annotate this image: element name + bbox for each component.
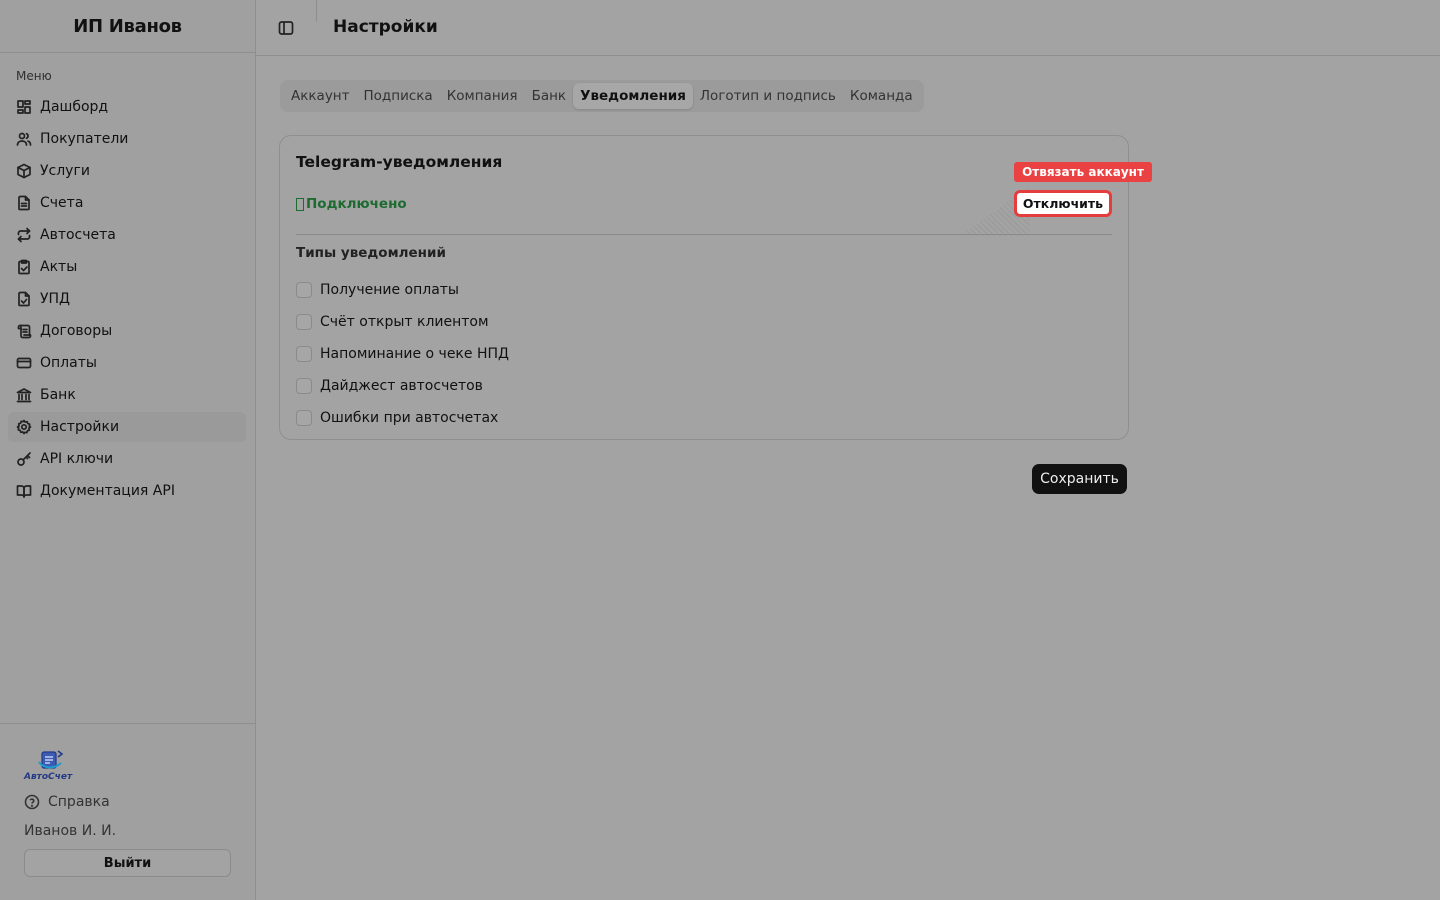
sidebar-item-customers[interactable]: Покупатели	[8, 124, 246, 154]
tab-team[interactable]: Команда	[843, 83, 920, 109]
sidebar-item-label: API ключи	[40, 451, 114, 467]
notification-types-list: Получение оплаты Счёт открыт клиентом На…	[296, 274, 509, 434]
sidebar-item-contracts[interactable]: Договоры	[8, 316, 246, 346]
tab-bank[interactable]: Банк	[525, 83, 574, 109]
help-label: Справка	[48, 794, 110, 810]
sidebar-item-settings[interactable]: Настройки	[8, 412, 246, 442]
status-label: Подключено	[306, 196, 407, 212]
tab-notifications[interactable]: Уведомления	[573, 83, 693, 109]
sidebar-item-api-docs[interactable]: Документация API	[8, 476, 246, 506]
sidebar-item-label: Дашборд	[40, 99, 109, 115]
connection-status: Подключено	[296, 196, 407, 212]
checkbox-label: Получение оплаты	[320, 282, 459, 298]
sidebar-item-label: Банк	[40, 387, 76, 403]
sidebar-item-label: Акты	[40, 259, 78, 275]
clipboard-check-icon	[16, 259, 32, 275]
sidebar-item-label: Счета	[40, 195, 84, 211]
sidebar-item-invoices[interactable]: Счета	[8, 188, 246, 218]
topbar-divider	[316, 0, 317, 22]
sidebar-item-label: Услуги	[40, 163, 90, 179]
checkbox-label: Дайджест автосчетов	[320, 378, 483, 394]
brand-logo[interactable]: АвтоСчет	[24, 748, 76, 784]
sidebar-header: ИП Иванов	[0, 0, 255, 53]
sidebar-nav: Дашборд Покупатели Услуги Счета Автосчет…	[8, 92, 246, 508]
panel-left-icon	[278, 21, 294, 35]
divider	[296, 234, 1112, 235]
sidebar-item-payments[interactable]: Оплаты	[8, 348, 246, 378]
sidebar-item-label: Покупатели	[40, 131, 129, 147]
sidebar-item-upd[interactable]: УПД	[8, 284, 246, 314]
scroll-icon	[16, 323, 32, 339]
unlink-account-tooltip: Отвязать аккаунт	[1014, 162, 1152, 182]
settings-tabs: Аккаунт Подписка Компания Банк Уведомлен…	[280, 80, 924, 112]
help-circle-icon	[24, 794, 40, 810]
checkbox[interactable]	[296, 282, 312, 298]
tab-subscription[interactable]: Подписка	[357, 83, 440, 109]
topbar: Настройки	[256, 0, 1440, 56]
file-text-icon	[16, 195, 32, 211]
sidebar-item-label: Автосчета	[40, 227, 116, 243]
checkbox-row-autoinvoice-errors[interactable]: Ошибки при автосчетах	[296, 402, 509, 434]
sidebar-item-services[interactable]: Услуги	[8, 156, 246, 186]
book-icon	[16, 483, 32, 499]
file-check-icon	[16, 291, 32, 307]
sidebar-item-label: УПД	[40, 291, 70, 307]
help-link[interactable]: Справка	[24, 794, 110, 810]
sidebar-item-bank[interactable]: Банк	[8, 380, 246, 410]
card-title: Telegram-уведомления	[296, 153, 503, 171]
sidebar-item-label: Оплаты	[40, 355, 97, 371]
sidebar-item-label: Документация API	[40, 483, 175, 499]
checkbox[interactable]	[296, 378, 312, 394]
sidebar-item-dashboard[interactable]: Дашборд	[8, 92, 246, 122]
bank-icon	[16, 387, 32, 403]
tab-logo-signature[interactable]: Логотип и подпись	[693, 83, 843, 109]
logo-mark-icon	[38, 750, 64, 769]
sidebar: ИП Иванов Меню Дашборд Покупатели Услуги…	[0, 0, 256, 900]
dashboard-icon	[16, 99, 32, 115]
sidebar-toggle-button[interactable]	[276, 18, 296, 38]
sidebar-footer: АвтоСчет Справка Иванов И. И. Выйти	[0, 723, 255, 900]
tab-account[interactable]: Аккаунт	[284, 83, 357, 109]
key-icon	[16, 451, 32, 467]
logo-text: АвтоСчет	[24, 772, 73, 782]
telegram-notifications-card: Telegram-уведомления Подключено Типы уве…	[279, 135, 1129, 440]
logout-button[interactable]: Выйти	[24, 849, 231, 877]
user-name: Иванов И. И.	[24, 823, 117, 839]
checkbox-label: Ошибки при автосчетах	[320, 410, 499, 426]
checkbox[interactable]	[296, 346, 312, 362]
checkbox[interactable]	[296, 410, 312, 426]
checkbox[interactable]	[296, 314, 312, 330]
checkbox-row-payment-received[interactable]: Получение оплаты	[296, 274, 509, 306]
checkbox-label: Счёт открыт клиентом	[320, 314, 489, 330]
org-name: ИП Иванов	[73, 15, 182, 37]
sidebar-item-label: Настройки	[40, 419, 120, 435]
sidebar-item-acts[interactable]: Акты	[8, 252, 246, 282]
sidebar-item-api-keys[interactable]: API ключи	[8, 444, 246, 474]
disconnect-button[interactable]: Отключить	[1014, 190, 1112, 217]
checkbox-row-invoice-opened[interactable]: Счёт открыт клиентом	[296, 306, 509, 338]
notification-types-label: Типы уведомлений	[296, 245, 446, 261]
checkbox-label: Напоминание о чеке НПД	[320, 346, 509, 362]
repeat-icon	[16, 227, 32, 243]
users-icon	[16, 131, 32, 147]
save-button[interactable]: Сохранить	[1032, 464, 1127, 494]
page-title: Настройки	[333, 17, 438, 37]
sidebar-item-autoinvoices[interactable]: Автосчета	[8, 220, 246, 250]
check-icon	[296, 197, 304, 211]
gear-icon	[16, 419, 32, 435]
credit-card-icon	[16, 355, 32, 371]
tab-company[interactable]: Компания	[440, 83, 525, 109]
menu-label: Меню	[16, 69, 52, 83]
checkbox-row-autoinvoice-digest[interactable]: Дайджест автосчетов	[296, 370, 509, 402]
sidebar-item-label: Договоры	[40, 323, 113, 339]
checkbox-row-npd-reminder[interactable]: Напоминание о чеке НПД	[296, 338, 509, 370]
package-icon	[16, 163, 32, 179]
